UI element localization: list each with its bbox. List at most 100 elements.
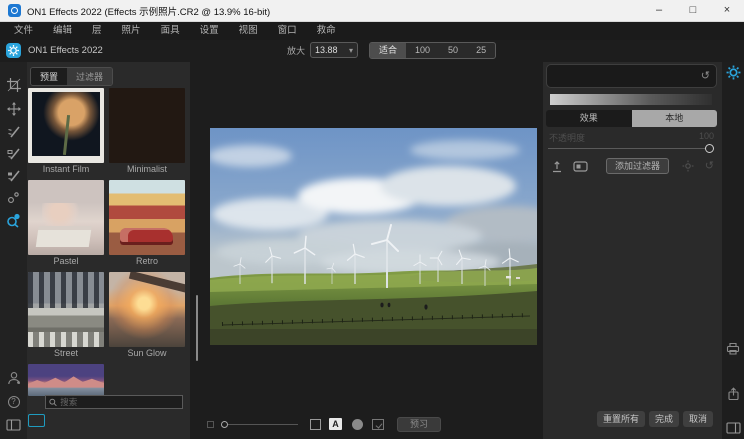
- panel-scrollbar[interactable]: [196, 295, 198, 361]
- preview-button[interactable]: 预习: [397, 417, 441, 432]
- gradient-mask-tool-button[interactable]: [0, 165, 27, 185]
- preset-item[interactable]: Instant Film: [28, 88, 104, 180]
- on1-gear-icon: [6, 43, 21, 58]
- account-button[interactable]: [0, 368, 27, 388]
- done-button[interactable]: 完成: [649, 411, 679, 427]
- cancel-button[interactable]: 取消: [683, 411, 713, 427]
- compare-view-icon[interactable]: [372, 419, 384, 430]
- mask-view-grayscale-icon[interactable]: [352, 419, 363, 430]
- preset-item[interactable]: Sun Glow: [109, 272, 185, 364]
- opacity-slider-track[interactable]: [548, 148, 712, 149]
- menu-edit[interactable]: 编辑: [43, 22, 82, 40]
- mask-preview-icon[interactable]: [573, 161, 588, 172]
- chevron-down-icon: ▾: [349, 46, 353, 55]
- search-input[interactable]: [60, 397, 179, 407]
- menu-view[interactable]: 视图: [229, 22, 268, 40]
- photo-preview[interactable]: [210, 128, 537, 345]
- tab-filters[interactable]: 过滤器: [67, 68, 112, 85]
- minimize-button[interactable]: –: [642, 0, 676, 22]
- zoom-value-dropdown[interactable]: 13.88 ▾: [310, 42, 358, 58]
- fit-button[interactable]: 适合: [370, 43, 406, 58]
- tab-effects[interactable]: 效果: [546, 110, 632, 127]
- mask-view-overlay-icon[interactable]: A: [329, 418, 342, 430]
- preset-thumbnail-sun-glow[interactable]: [109, 272, 185, 347]
- export-luminosity-icon[interactable]: [551, 160, 563, 173]
- menu-file[interactable]: 文件: [4, 22, 43, 40]
- share-export-button[interactable]: [725, 386, 741, 402]
- preset-thumbnail-instant-film[interactable]: [28, 88, 104, 163]
- menu-help[interactable]: 救命: [307, 22, 346, 40]
- canvas-area: A 预习: [190, 62, 543, 439]
- print-button[interactable]: [725, 340, 741, 356]
- opacity-label: 不透明度: [549, 131, 585, 144]
- help-icon: ?: [8, 396, 20, 408]
- dots-icon: [7, 191, 20, 204]
- reset-icon[interactable]: ↺: [701, 69, 710, 82]
- ai-quick-mask-tool-button-active[interactable]: [0, 210, 27, 230]
- search-icon: [49, 398, 57, 407]
- brush-icon: [7, 125, 20, 138]
- preview-controls-bar: A 预习: [190, 414, 543, 434]
- preview-zoom-slider-track[interactable]: [228, 424, 298, 425]
- preset-thumbnail-retro[interactable]: [109, 180, 185, 255]
- reset-all-button[interactable]: 重置所有: [597, 411, 645, 427]
- zoom-25-button[interactable]: 25: [467, 43, 495, 58]
- move-icon: [7, 102, 21, 116]
- preset-item[interactable]: [28, 364, 104, 396]
- preset-thumbnail-minimalist[interactable]: [109, 88, 185, 163]
- menu-settings[interactable]: 设置: [190, 22, 229, 40]
- gear-blue-icon: [726, 65, 741, 80]
- preset-panel-tabs: 预置 过滤器: [30, 67, 113, 86]
- move-tool-button[interactable]: [0, 99, 27, 119]
- close-button[interactable]: ×: [710, 0, 744, 22]
- preset-state-box[interactable]: ↺: [546, 64, 717, 88]
- toggle-right-panel-button[interactable]: [725, 420, 741, 436]
- browse-mode-button[interactable]: [28, 414, 45, 427]
- preset-thumbnail-partial[interactable]: [28, 364, 104, 396]
- preset-label: Instant Film: [28, 163, 104, 176]
- right-panel-icon: [726, 422, 741, 434]
- preset-panel: 预置 过滤器 Instant Film Minimalist Pastel Re…: [27, 62, 190, 439]
- preset-item[interactable]: Pastel: [28, 180, 104, 272]
- help-button[interactable]: ?: [0, 392, 27, 412]
- navigator-icon[interactable]: [207, 421, 214, 428]
- settings-flyout-button[interactable]: [725, 64, 741, 80]
- add-filter-button[interactable]: 添加过滤器: [606, 158, 669, 174]
- preset-thumbnail-pastel[interactable]: [28, 180, 104, 255]
- preset-item[interactable]: Retro: [109, 180, 185, 272]
- menu-photo[interactable]: 照片: [112, 22, 151, 40]
- crop-icon: [7, 78, 21, 92]
- preview-zoom-slider-knob[interactable]: [221, 421, 228, 428]
- app-title: ON1 Effects 2022: [28, 45, 103, 56]
- toggle-left-panel-button[interactable]: [0, 415, 27, 435]
- preset-search[interactable]: [45, 395, 183, 409]
- menu-mask[interactable]: 面具: [151, 22, 190, 40]
- zoom-preset-group: 适合 100 50 25: [369, 42, 496, 59]
- masking-brush-tool-button[interactable]: [0, 143, 27, 163]
- zoom-label: 放大: [287, 44, 305, 57]
- menubar: 文件 编辑 层 照片 面具 设置 视图 窗口 救命: [0, 22, 744, 40]
- perfect-eraser-tool-button[interactable]: [0, 187, 27, 207]
- opacity-slider-knob[interactable]: [705, 144, 714, 153]
- user-icon: [7, 371, 21, 385]
- paint-brush-tool-button[interactable]: [0, 121, 27, 141]
- preset-item[interactable]: Minimalist: [109, 88, 185, 180]
- zoom-50-button[interactable]: 50: [439, 43, 467, 58]
- app-window: ON1 Effects 2022 (Effects 示例照片.CR2 @ 13.…: [0, 0, 744, 439]
- preset-thumbnail-street[interactable]: [28, 272, 104, 347]
- window-title: ON1 Effects 2022 (Effects 示例照片.CR2 @ 13.…: [27, 4, 270, 18]
- filter-options-gear-icon[interactable]: [682, 160, 694, 172]
- tab-presets[interactable]: 预置: [31, 68, 67, 85]
- filter-reset-icon[interactable]: ↺: [705, 159, 714, 172]
- preset-label: Sun Glow: [109, 347, 185, 360]
- quick-mask-icon: [6, 213, 21, 228]
- maximize-button[interactable]: □: [676, 0, 710, 22]
- tab-local[interactable]: 本地: [632, 110, 718, 127]
- crop-tool-button[interactable]: [0, 75, 27, 95]
- menu-window[interactable]: 窗口: [268, 22, 307, 40]
- mask-view-off-icon[interactable]: [310, 419, 321, 430]
- zoom-100-button[interactable]: 100: [406, 43, 439, 58]
- preset-item[interactable]: Street: [28, 272, 104, 364]
- menu-layer[interactable]: 层: [82, 22, 112, 40]
- zoom-control: 放大 13.88 ▾: [287, 42, 358, 58]
